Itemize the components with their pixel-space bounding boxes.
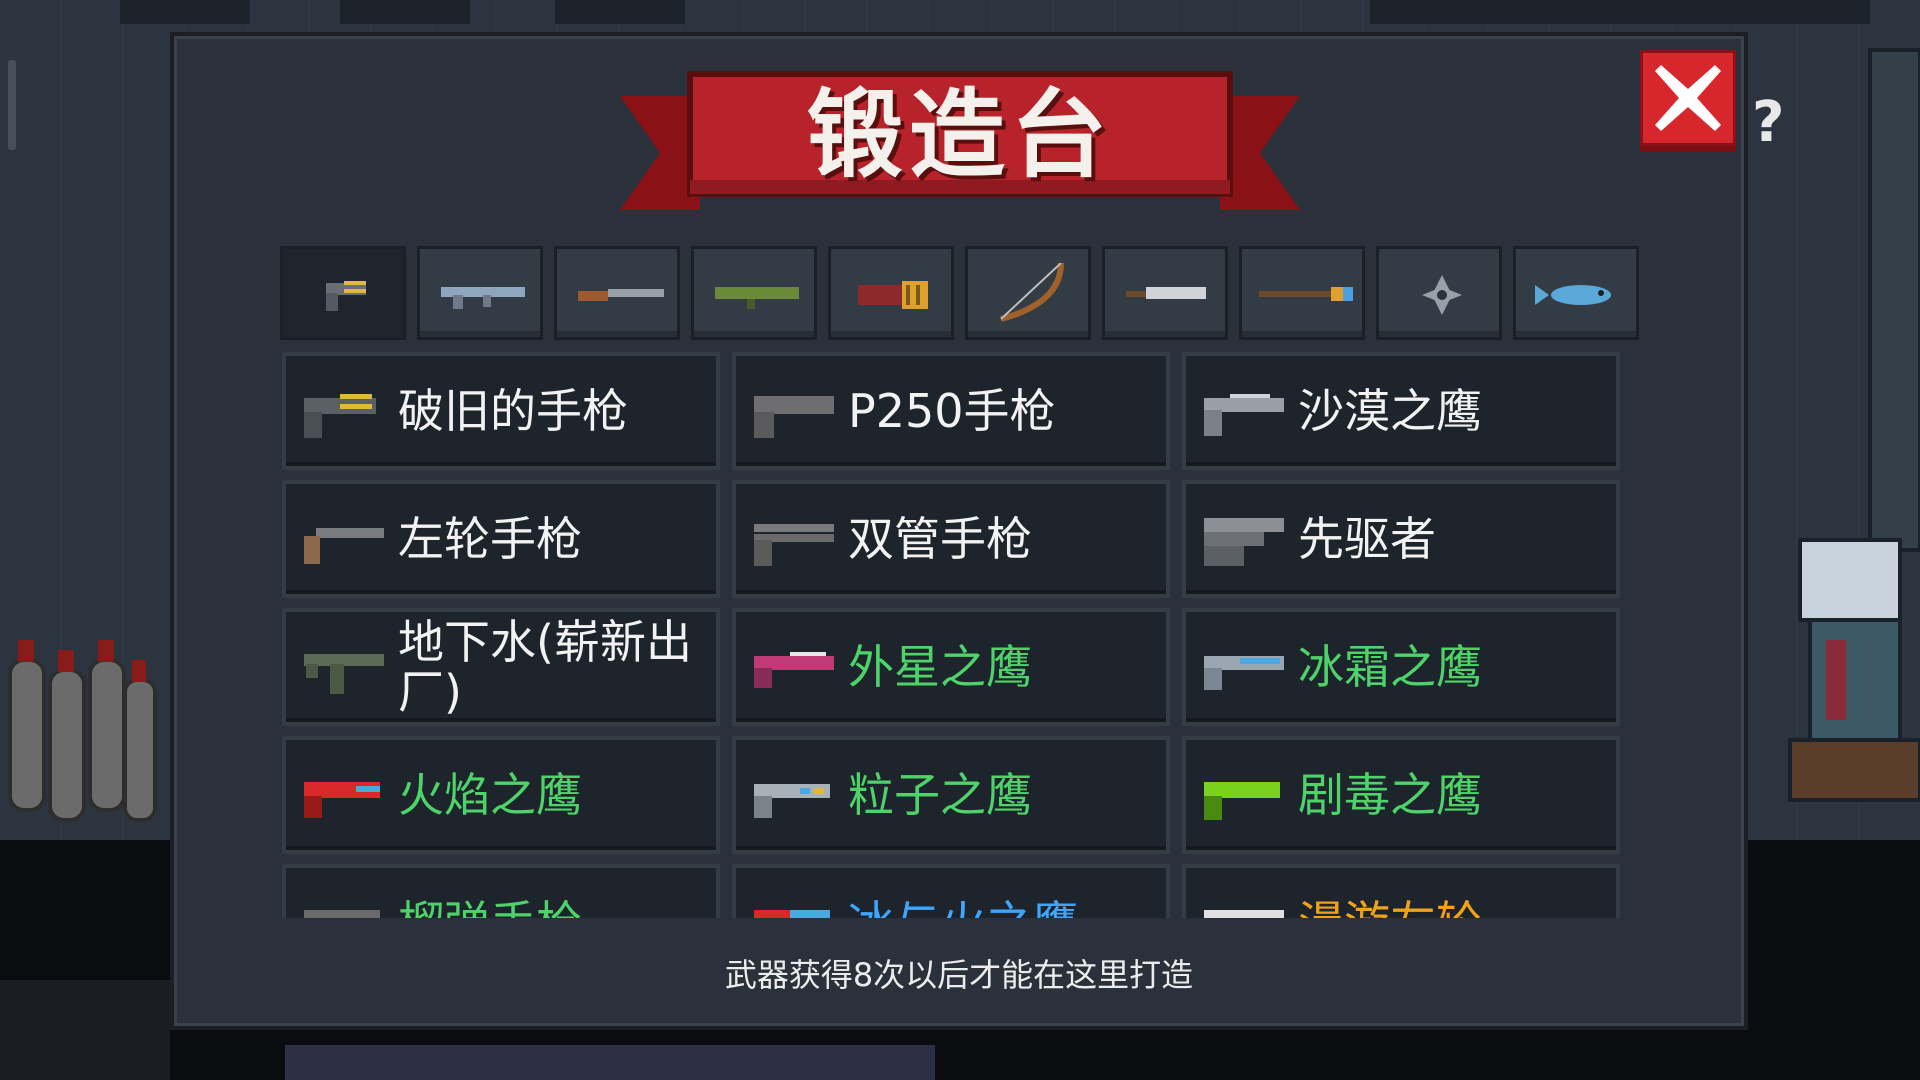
weapon-list: 破旧的手枪 P250手枪 沙漠之鹰 左轮手枪 双管手枪 先驱者 地下水(崭新出厂… (282, 352, 1638, 918)
weapon-icon (754, 910, 830, 918)
tab-rifle[interactable] (417, 246, 543, 340)
background-ceiling-block (120, 0, 250, 24)
weapon-icon (754, 524, 834, 566)
forge-hint: 武器获得8次以后才能在这里打造 (724, 956, 1194, 994)
background-ceiling-block (340, 0, 470, 24)
tab-shotgun[interactable] (554, 246, 680, 340)
gatling-icon (858, 281, 928, 309)
tab-staff[interactable] (1239, 246, 1365, 340)
weapon-icon (754, 784, 830, 818)
background-ledge (0, 980, 170, 1080)
weapon-name: 双管手枪 (848, 512, 1032, 566)
close-icon (1655, 65, 1721, 131)
weapon-icon (1204, 394, 1284, 436)
weapon-cell[interactable]: 左轮手枪 (282, 480, 720, 598)
weapon-name: 漫游左轮 (1298, 868, 1608, 918)
robot-decoration (1788, 48, 1920, 802)
weapon-cell[interactable]: 剧毒之鹰 (1182, 736, 1620, 854)
help-mark: ? (1752, 90, 1785, 155)
weapon-name: 剧毒之鹰 (1298, 768, 1482, 822)
weapon-cell[interactable]: 地下水(崭新出厂) (282, 608, 720, 726)
weapon-name: 破旧的手枪 (398, 384, 628, 438)
weapon-category-tabs (280, 246, 1640, 340)
tab-launcher[interactable] (691, 246, 817, 340)
weapon-icon (1204, 782, 1280, 820)
weapon-cell[interactable]: 粒子之鹰 (732, 736, 1170, 854)
weapon-icon (1204, 910, 1284, 918)
weapon-icon (304, 528, 384, 564)
page-title: 锻造台 (807, 78, 1113, 191)
weapon-cell[interactable]: 漫游左轮 (1182, 864, 1620, 918)
tab-pistol[interactable] (280, 246, 406, 340)
weapon-name: 外星之鹰 (848, 640, 1032, 694)
background-floor-tile (285, 1045, 935, 1080)
weapon-name: 先驱者 (1298, 512, 1436, 566)
weapon-cell[interactable]: 火焰之鹰 (282, 736, 720, 854)
weapon-icon (754, 652, 834, 688)
weapon-icon (304, 654, 384, 694)
staff-icon (1259, 287, 1353, 301)
weapon-name: 榴弹手枪 (398, 868, 708, 918)
bow-icon (1000, 263, 1064, 322)
tab-bow[interactable] (965, 246, 1091, 340)
weapon-cell[interactable]: 冰与火之鹰 (732, 864, 1170, 918)
weapon-icon (1204, 656, 1284, 690)
tab-sword[interactable] (1102, 246, 1228, 340)
weapon-cell[interactable]: P250手枪 (732, 352, 1170, 470)
weapon-name: 粒子之鹰 (848, 768, 1032, 822)
weapon-icon (754, 396, 834, 438)
shuriken-icon (1422, 275, 1462, 315)
close-button[interactable] (1640, 50, 1736, 146)
weapon-name: 冰霜之鹰 (1298, 640, 1482, 694)
weapon-name: 地下水(崭新出厂) (398, 615, 692, 719)
weapon-cell[interactable]: 破旧的手枪 (282, 352, 720, 470)
gas-tanks-decoration (8, 640, 157, 822)
weapon-name: P250手枪 (848, 384, 1056, 438)
weapon-cell[interactable]: 冰霜之鹰 (1182, 608, 1620, 726)
background-ceiling-block (555, 0, 685, 24)
weapon-cell[interactable]: 沙漠之鹰 (1182, 352, 1620, 470)
tab-fish[interactable] (1513, 246, 1639, 340)
tab-shuriken[interactable] (1376, 246, 1502, 340)
weapon-icon (1204, 518, 1284, 566)
weapon-cell[interactable]: 榴弹手枪 (282, 864, 720, 918)
weapon-cell[interactable]: 先驱者 (1182, 480, 1620, 598)
background-pipe (8, 60, 16, 150)
weapon-name: 沙漠之鹰 (1298, 384, 1482, 438)
weapon-name: 左轮手枪 (398, 512, 582, 566)
fish-icon (1535, 285, 1611, 305)
pistol-icon (326, 281, 366, 311)
weapon-icon (304, 910, 380, 918)
shotgun-icon (578, 289, 664, 301)
launcher-icon (715, 287, 799, 309)
sword-icon (1126, 287, 1206, 299)
weapon-cell[interactable]: 外星之鹰 (732, 608, 1170, 726)
weapon-name: 冰与火之鹰 (848, 868, 1158, 918)
weapon-icon (304, 782, 380, 818)
tab-gatling[interactable] (828, 246, 954, 340)
weapon-cell[interactable]: 双管手枪 (732, 480, 1170, 598)
weapon-icon (304, 394, 376, 438)
background-ceiling-block (1370, 0, 1870, 24)
rifle-icon (441, 287, 525, 309)
weapon-name: 火焰之鹰 (398, 768, 582, 822)
